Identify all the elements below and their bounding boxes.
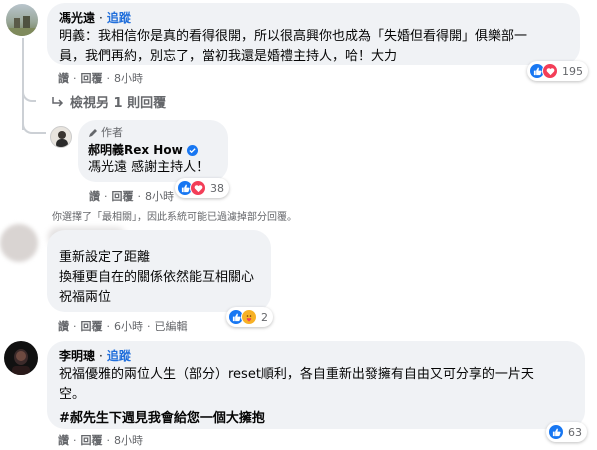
edited-label[interactable]: 已編輯 — [155, 318, 188, 334]
view-more-replies[interactable]: 檢視另 1 則回覆 — [52, 92, 166, 111]
reply-arrow-icon — [52, 96, 64, 107]
comment-actions: 讚 · 回覆 · 8小時 — [58, 432, 143, 448]
comment-line: 明義：我相信你是真的看得很開，所以很高興你也成為「失婚但看得開」俱樂部一 — [59, 29, 528, 44]
thread-branch — [22, 118, 46, 134]
comment-actions: 讚 · 回覆 · 6小時 · 已編輯 — [58, 318, 188, 334]
pencil-icon — [89, 129, 97, 137]
comment-line: 換種更自在的關係依然能互相關心 — [59, 270, 255, 285]
reply-link[interactable]: 回覆 — [81, 432, 103, 448]
comment-author[interactable]: 李明璁 — [59, 348, 95, 365]
love-reaction-icon — [190, 180, 206, 196]
care-reaction-icon — [241, 309, 257, 325]
comment-actions: 讚 · 回覆 · 8小時 — [58, 70, 143, 86]
like-link[interactable]: 讚 — [89, 188, 100, 204]
like-link[interactable]: 讚 — [58, 432, 69, 448]
reply-author[interactable]: 郝明義Rex How — [88, 142, 183, 159]
reaction-summary[interactable]: 38 — [175, 178, 229, 198]
reaction-summary[interactable]: 195 — [527, 61, 588, 81]
filter-notice: 你選擇了「最相關」，因此系統可能已過濾掉部分回覆。 — [52, 212, 297, 223]
comment-line: 員，我們再約，別忘了，當初我還是婚禮主持人，哈！大力 — [59, 49, 398, 64]
comment-line: 祝福兩位 — [59, 290, 112, 305]
comment-line: 空。 — [59, 387, 86, 402]
author-badge: 作者 — [88, 126, 218, 140]
love-reaction-icon — [542, 63, 558, 79]
reply-link[interactable]: 回覆 — [112, 188, 134, 204]
reaction-count: 195 — [562, 64, 583, 78]
reply-link[interactable]: 回覆 — [81, 70, 103, 86]
avatar-photo — [6, 16, 38, 36]
reply-text: 馮光遠 感謝主持人！ — [88, 160, 210, 175]
follow-button[interactable]: 追蹤 — [107, 10, 131, 27]
like-link[interactable]: 讚 — [58, 70, 69, 86]
comment-bubble: 重新設定了距離 換種更自在的關係依然能互相關心 祝福兩位 — [47, 230, 271, 312]
timestamp[interactable]: 6小時 — [114, 318, 143, 334]
avatar[interactable] — [4, 341, 38, 375]
like-reaction-icon — [548, 424, 564, 440]
comment-text: 明義：我相信你是真的看得很開，所以很高興你也成為「失婚但看得開」俱樂部一 員，我… — [59, 27, 568, 67]
view-more-replies-label: 檢視另 1 則回覆 — [70, 96, 167, 111]
timestamp[interactable]: 8小時 — [114, 432, 143, 448]
timestamp[interactable]: 8小時 — [145, 188, 174, 204]
reaction-summary[interactable]: 2 — [226, 307, 273, 327]
reaction-count: 2 — [261, 310, 268, 324]
reply-bubble: 作者 郝明義Rex How 馮光遠 感謝主持人！ — [78, 120, 228, 182]
comment-text: 祝福優雅的兩位人生（部分）reset順利，各自重新出發擁有自由又可分享的一片天 … — [59, 365, 573, 429]
hashtag-link[interactable]: #郝先生下週見我會給您一個大擁抱 — [59, 409, 573, 429]
comment-line: 重新設定了距離 — [59, 250, 151, 265]
like-link[interactable]: 讚 — [58, 318, 69, 334]
comment-line: 祝福優雅的兩位人生（部分）reset順利，各自重新出發擁有自由又可分享的一片天 — [59, 367, 534, 382]
comment-text: 重新設定了距離 換種更自在的關係依然能互相關心 祝福兩位 — [59, 248, 259, 308]
follow-button[interactable]: 追蹤 — [107, 348, 131, 365]
reaction-count: 63 — [568, 425, 582, 439]
author-badge-label: 作者 — [101, 126, 123, 139]
reaction-count: 38 — [210, 181, 224, 195]
comment-bubble: 李明璁 · 追蹤 祝福優雅的兩位人生（部分）reset順利，各自重新出發擁有自由… — [47, 341, 585, 429]
reaction-summary[interactable]: 63 — [546, 422, 587, 442]
separator-dot: · — [99, 349, 103, 363]
comment-author[interactable]: 馮光遠 — [59, 10, 95, 27]
comment-bubble: 馮光遠 · 追蹤 明義：我相信你是真的看得很開，所以很高興你也成為「失婚但看得開… — [47, 3, 580, 65]
thread-branch — [22, 84, 36, 102]
avatar-photo — [12, 349, 30, 375]
blurred-avatar[interactable] — [0, 224, 38, 262]
reply-link[interactable]: 回覆 — [81, 318, 103, 334]
author-avatar[interactable] — [50, 126, 72, 148]
verified-badge-icon — [186, 145, 198, 156]
avatar-photo — [56, 131, 68, 147]
timestamp[interactable]: 8小時 — [114, 70, 143, 86]
separator-dot: · — [99, 11, 103, 25]
avatar[interactable] — [6, 4, 38, 36]
reply-actions: 讚 · 回覆 · 8小時 — [89, 188, 174, 204]
